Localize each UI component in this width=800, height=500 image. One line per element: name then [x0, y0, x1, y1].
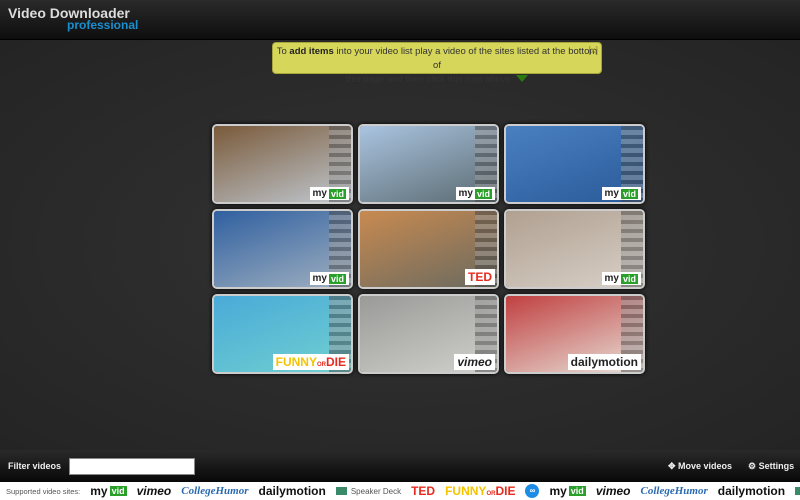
video-tile[interactable]: FUNNYORDIE: [212, 294, 353, 374]
video-tile[interactable]: vimeo: [358, 294, 499, 374]
site-logo: dailymotion: [258, 484, 326, 498]
filter-label: Filter videos: [8, 461, 62, 471]
site-logo: vimeo: [595, 484, 631, 498]
site-logo: my vid: [455, 187, 495, 200]
site-logo: FUNNYORDIE: [445, 484, 515, 498]
video-tile[interactable]: my vid: [212, 209, 353, 289]
site-logo: TED: [465, 269, 495, 285]
hint-text: To: [276, 46, 290, 57]
site-logo: dailymotion: [567, 354, 641, 370]
logo-ted: TED: [468, 270, 492, 284]
settings-label: Settings: [758, 461, 795, 471]
video-tile[interactable]: my vid: [504, 209, 645, 289]
video-tile[interactable]: my vid: [212, 124, 353, 204]
site-logo: dailymotion: [717, 484, 786, 498]
site-logo: ∞: [525, 484, 540, 498]
logo-vimeo: vimeo: [457, 355, 492, 369]
move-videos-label: Move videos: [678, 461, 733, 471]
logo-my: my: [90, 484, 108, 498]
logo-vid: vid: [620, 188, 638, 199]
supported-sites-bar: Supported video sites: my vid vimeo College…: [0, 482, 800, 500]
logo-vid: vid: [620, 273, 638, 284]
logo-my: my: [549, 484, 567, 498]
site-logo: my vid: [309, 187, 349, 200]
site-logo: my vid: [90, 484, 127, 498]
video-tile[interactable]: TED: [358, 209, 499, 289]
logo-ted: TED: [411, 484, 436, 498]
logo-my: my: [312, 188, 327, 199]
site-logo: Speaker Deck: [795, 487, 800, 496]
site-logo: my vid: [601, 272, 641, 285]
logo-funnyordie: FUNNYORDIE: [445, 484, 516, 498]
site-logo: my vid: [601, 187, 641, 200]
logo-dailymotion: dailymotion: [570, 355, 638, 369]
site-logo: TED: [411, 484, 435, 498]
close-hint-button[interactable]: [x]: [588, 43, 598, 57]
logo-vid: vid: [328, 188, 346, 199]
logo-funnyordie: FUNNYORDIE: [275, 355, 346, 369]
video-tile[interactable]: my vid: [504, 124, 645, 204]
logo-vid: vid: [109, 486, 127, 496]
logo-vid: vid: [474, 188, 492, 199]
hint-text: into your video list play a video of the…: [333, 46, 598, 71]
site-logo: my vid: [309, 272, 349, 285]
bottom-toolbar: Filter videos ✥ Move videos ⚙ Settings: [0, 450, 800, 482]
logo-my: my: [312, 273, 327, 284]
hint-text: this page and then click this icon above…: [345, 74, 514, 85]
app-subtitle: professional: [67, 18, 139, 32]
settings-button[interactable]: ⚙ Settings: [748, 461, 794, 472]
video-grid: my vid my vid my vid my vid TED my vid FUNNYORDIE vi…: [212, 124, 648, 374]
hint-box: To add items into your video list play a…: [272, 42, 602, 85]
site-logo: CollegeHumor: [640, 485, 708, 497]
video-tile[interactable]: dailymotion: [504, 294, 645, 374]
logo-vid: vid: [328, 273, 346, 284]
supported-sites-label: Supported video sites:: [6, 486, 81, 496]
logo-vid: vid: [568, 486, 586, 496]
hint-bold: add items: [289, 46, 334, 57]
site-logo: vimeo: [454, 354, 495, 370]
video-tile[interactable]: my vid: [358, 124, 499, 204]
move-videos-button[interactable]: ✥ Move videos: [668, 461, 732, 472]
arrow-down-icon: [516, 74, 529, 82]
site-logo: Speaker Deck: [335, 487, 401, 496]
site-logo: my vid: [549, 484, 586, 498]
logo-my: my: [458, 188, 473, 199]
logo-my: my: [604, 273, 619, 284]
logo-my: my: [604, 188, 619, 199]
app-header: Video Downloader professional: [0, 0, 800, 40]
filter-input[interactable]: [69, 458, 195, 475]
site-logo: CollegeHumor: [181, 485, 249, 497]
site-logo: FUNNYORDIE: [272, 354, 349, 370]
site-logo: vimeo: [136, 484, 172, 498]
